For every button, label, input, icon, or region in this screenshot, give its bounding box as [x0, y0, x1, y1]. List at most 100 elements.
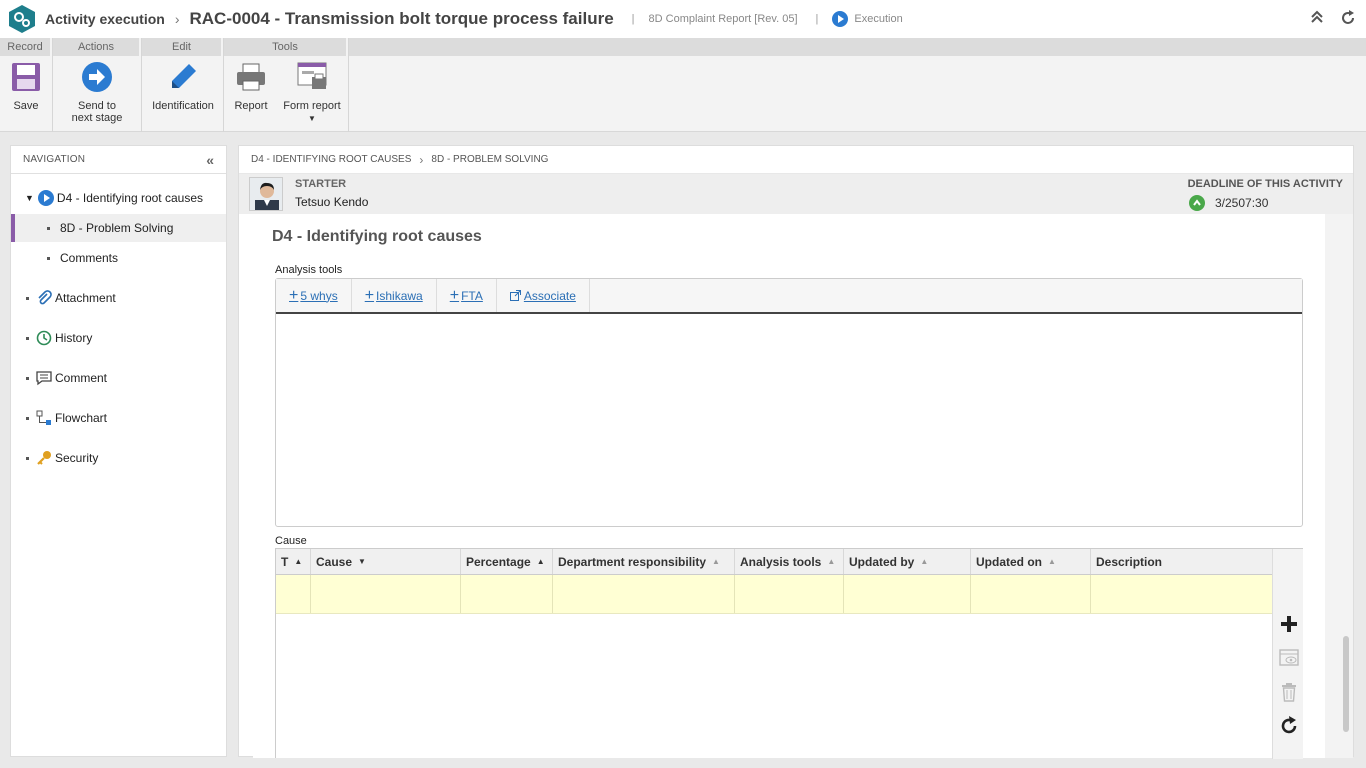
main-panel: D4 - IDENTIFYING ROOT CAUSES › 8D - PROB…	[238, 145, 1354, 759]
table-cell[interactable]	[971, 575, 1091, 613]
bullet	[26, 336, 29, 340]
table-cell[interactable]	[735, 575, 844, 613]
sort-down-icon: ▼	[358, 557, 366, 566]
breadcrumb-item[interactable]: D4 - IDENTIFYING ROOT CAUSES	[251, 154, 411, 165]
tool-label: Ishikawa	[376, 288, 423, 303]
bullet	[26, 416, 29, 420]
column-header-department[interactable]: Department responsibility ▲	[553, 549, 735, 574]
view-icon[interactable]	[1276, 645, 1302, 671]
vertical-scrollbar[interactable]	[1343, 636, 1349, 732]
nav-item-flowchart[interactable]: Flowchart	[11, 404, 226, 432]
nav-item-d4-root-causes[interactable]: ▼ D4 - Identifying root causes	[11, 184, 226, 212]
plus-icon: +	[364, 286, 375, 304]
refresh-icon[interactable]	[1276, 713, 1302, 739]
column-header-analysis-tools[interactable]: Analysis tools ▲	[735, 549, 844, 574]
add-icon[interactable]	[1276, 611, 1302, 637]
sort-up-icon: ▲	[536, 557, 545, 566]
tool-label: FTA	[461, 288, 483, 303]
plus-icon: +	[289, 286, 299, 304]
table-cell[interactable]	[311, 575, 461, 613]
form-report-button[interactable]: Form report ▼	[282, 60, 342, 125]
add-5-whys-button[interactable]: +5 whys	[276, 279, 352, 312]
add-ishikawa-button[interactable]: + Ishikawa	[352, 279, 437, 312]
caret-down-icon[interactable]: ▼	[25, 193, 34, 203]
divider: |	[815, 13, 819, 25]
history-icon	[36, 330, 52, 346]
table-cell[interactable]	[461, 575, 553, 613]
form-content: D4 - Identifying root causes Analysis to…	[253, 214, 1325, 759]
starter-name: Tetsuo Kendo	[295, 195, 369, 209]
paperclip-icon	[36, 290, 52, 306]
nav-item-history[interactable]: History	[11, 324, 226, 352]
deadline-value-wrap: 3/2507:30	[1189, 195, 1268, 211]
sort-icon: ▲	[827, 557, 836, 566]
deadline-label: DEADLINE OF THIS ACTIVITY	[1187, 178, 1343, 190]
ribbon-group-title: Actions	[53, 38, 141, 56]
nav-item-comment[interactable]: Comment	[11, 364, 226, 392]
column-header-description[interactable]: Description	[1091, 549, 1272, 574]
bullet	[26, 456, 29, 460]
starter-label: STARTER	[295, 178, 347, 190]
title-bar: Activity execution › RAC-0004 - Transmis…	[0, 0, 1366, 38]
nav-item-label: Security	[55, 451, 99, 465]
table-cell[interactable]	[276, 575, 311, 613]
bullet	[26, 296, 29, 300]
nav-item-attachment[interactable]: Attachment	[11, 284, 226, 312]
nav-item-label: Comments	[60, 251, 119, 265]
tool-label: 5 whys	[300, 288, 338, 303]
ribbon-group-actions: Actions Send to next stage	[53, 38, 142, 132]
ribbon-group-title: Edit	[142, 38, 223, 56]
ribbon-group-title: Record	[0, 38, 52, 56]
sort-icon: ▲	[712, 557, 720, 566]
nav-item-label: Flowchart	[55, 411, 108, 425]
analysis-tools-panel: +5 whys + Ishikawa + FTA Associate	[275, 278, 1303, 527]
column-header-updated-by[interactable]: Updated by ▲	[844, 549, 971, 574]
table-row[interactable]	[276, 575, 1272, 614]
chevron-right-icon: ›	[174, 11, 180, 27]
nav-item-comments[interactable]: Comments	[11, 244, 226, 272]
report-button[interactable]: Report	[232, 60, 270, 112]
form-name: 8D Complaint Report [Rev. 05]	[648, 13, 798, 25]
breadcrumb: D4 - IDENTIFYING ROOT CAUSES › 8D - PROB…	[239, 146, 1353, 174]
send-to-next-stage-button[interactable]: Send to next stage	[67, 60, 127, 124]
play-circle-icon	[37, 190, 54, 206]
save-icon	[9, 60, 43, 94]
collapse-up-icon[interactable]	[1310, 10, 1324, 31]
table-cell[interactable]	[844, 575, 971, 613]
navigation-panel: NAVIGATION « ▼ D4 - Identifying root cau…	[10, 145, 227, 757]
send-next-stage-icon	[80, 60, 114, 94]
flowchart-icon	[36, 410, 52, 426]
save-button[interactable]: Save	[8, 60, 44, 112]
navigation-header: NAVIGATION «	[11, 146, 226, 174]
sort-up-icon: ▲	[294, 557, 303, 566]
nav-item-security[interactable]: Security	[11, 444, 226, 472]
key-icon	[36, 450, 52, 466]
analysis-tools-label: Analysis tools	[275, 264, 343, 276]
identification-button[interactable]: Identification	[150, 60, 216, 112]
sort-icon: ▲	[920, 557, 929, 566]
send-label-line1: Send to	[78, 100, 116, 112]
column-header-cause[interactable]: Cause ▼	[311, 549, 461, 574]
double-chevron-left-icon[interactable]: «	[206, 152, 214, 168]
nav-item-8d-problem-solving[interactable]: 8D - Problem Solving	[11, 214, 226, 242]
save-label: Save	[13, 100, 39, 112]
delete-icon[interactable]	[1276, 679, 1302, 705]
table-cell[interactable]	[553, 575, 735, 613]
column-header-percentage[interactable]: Percentage ▲	[461, 549, 553, 574]
column-header-t[interactable]: T ▲	[276, 549, 311, 574]
form-report-label: Form report	[283, 100, 341, 112]
avatar	[249, 177, 283, 211]
app-name[interactable]: Activity execution	[45, 11, 165, 27]
dropdown-caret-icon[interactable]: ▼	[308, 114, 316, 123]
refresh-icon[interactable]	[1340, 10, 1356, 31]
navigation-title: NAVIGATION	[23, 154, 86, 165]
plus-icon: +	[449, 286, 460, 304]
sort-icon: ▲	[1048, 557, 1056, 566]
associate-button[interactable]: Associate	[497, 279, 590, 312]
table-header: T ▲ Cause ▼ Percentage ▲ Department respons…	[276, 549, 1272, 575]
table-cell[interactable]	[1091, 575, 1272, 613]
add-fta-button[interactable]: + FTA	[437, 279, 497, 312]
column-header-updated-on[interactable]: Updated on ▲	[971, 549, 1091, 574]
nav-item-label: 8D - Problem Solving	[60, 221, 174, 235]
breadcrumb-item[interactable]: 8D - PROBLEM SOLVING	[431, 154, 548, 165]
